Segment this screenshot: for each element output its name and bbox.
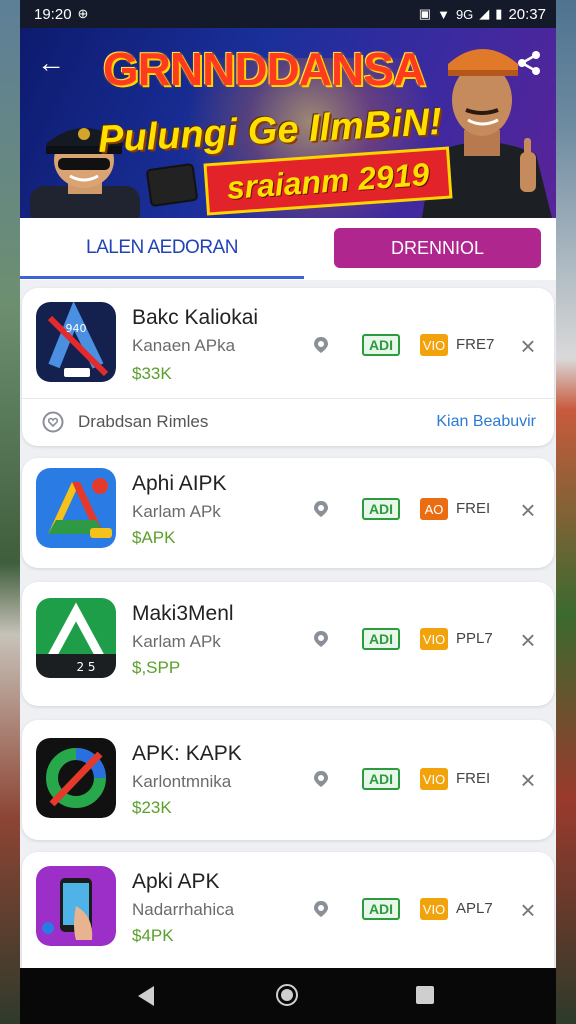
nav-home-icon[interactable]: [276, 984, 298, 1006]
svg-text:940: 940: [66, 322, 87, 335]
location-pin-icon[interactable]: [312, 336, 330, 354]
handheld-device-image: [145, 162, 199, 208]
app-name: Maki3Menl: [132, 602, 234, 625]
free-label: FREI: [456, 770, 491, 787]
app-subtitle: Kanaen APka: [132, 336, 236, 355]
banner-ribbon-text: sraianm 2919: [225, 155, 431, 206]
close-icon[interactable]: ×: [516, 627, 540, 653]
apd-badge: ADI: [362, 898, 400, 920]
location-pin-icon[interactable]: [312, 900, 330, 918]
tab-latest[interactable]: LALEN AEDORAN: [20, 218, 304, 278]
app-subtitle: Karlam APk: [132, 502, 221, 521]
app-card[interactable]: 2 5 Maki3Menl Karlam APk $,SPP ADI VIO P…: [22, 582, 554, 706]
app-price: $4PK: [132, 926, 174, 945]
nav-recents-icon[interactable]: [416, 986, 434, 1004]
notification-icon: ▣: [418, 6, 432, 21]
system-nav-bar: [20, 968, 556, 1024]
app-price: $23K: [132, 798, 172, 817]
close-icon[interactable]: ×: [516, 497, 540, 523]
app-card[interactable]: 940 Bakc Kaliokai Kanaen APka $33K ADI V…: [22, 288, 554, 446]
background-right-scenery: [554, 0, 576, 1024]
app-price: $33K: [132, 364, 172, 383]
free-label: FRE7: [456, 336, 495, 353]
location-pin-icon[interactable]: [312, 770, 330, 788]
app-name: Apki APK: [132, 870, 220, 893]
footer-link[interactable]: Kian Beabuvir: [436, 413, 536, 431]
nav-back-icon[interactable]: [138, 986, 154, 1006]
tab-download[interactable]: DRENNIOL: [334, 228, 541, 268]
tab-bar: LALEN AEDORAN DRENNIOL: [20, 218, 556, 280]
sync-icon: ⊕: [77, 6, 89, 21]
free-label: FREI: [456, 500, 491, 517]
free-label: PPL7: [456, 630, 493, 647]
close-icon[interactable]: ×: [516, 897, 540, 923]
status-bar: 19:20 ⊕ ▣ ▼ 9G ◢ ▮ 20:37: [20, 0, 556, 28]
ring-app-icon: [36, 738, 116, 818]
wifi-icon: ▼: [437, 6, 450, 22]
phone-screen: 19:20 ⊕ ▣ ▼ 9G ◢ ▮ 20:37 ← GRNNDDANSA Pu…: [20, 0, 556, 1024]
app-subtitle: Nadarrhahica: [132, 900, 235, 919]
apd-badge: ADI: [362, 334, 400, 356]
heart-circle-icon[interactable]: [42, 411, 64, 433]
vo-badge: VIO: [420, 768, 448, 790]
status-time-right: 20:37: [508, 5, 546, 23]
app-price: $APK: [132, 528, 176, 547]
active-tab-indicator: [20, 276, 304, 279]
app-price: $,SPP: [132, 658, 181, 677]
apd-badge: ADI: [362, 628, 400, 650]
status-time: 19:20: [34, 5, 72, 23]
vo-badge: VIO: [420, 334, 448, 356]
app-name: Aphi AIPK: [132, 472, 227, 495]
app-card[interactable]: APK: KAPK Karlontmnika $23K ADI VIO FREI…: [22, 720, 554, 840]
footer-label: Drabdsan Rimles: [78, 412, 209, 431]
location-pin-icon[interactable]: [312, 500, 330, 518]
card-footer-row: Drabdsan Rimles Kian Beabuvir: [22, 398, 554, 445]
signal-icon: ◢: [479, 6, 490, 21]
svg-text:2 5: 2 5: [76, 660, 95, 674]
vo-badge: AO: [420, 498, 448, 520]
app-name: APK: KAPK: [132, 742, 242, 765]
apd-badge: ADI: [362, 498, 400, 520]
green-app-icon: 2 5: [36, 598, 116, 678]
share-icon[interactable]: [514, 48, 544, 78]
free-label: APL7: [456, 900, 493, 917]
apd-badge: ADI: [362, 768, 400, 790]
blue-app-icon: 940: [36, 302, 116, 382]
location-pin-icon[interactable]: [312, 630, 330, 648]
app-name: Bakc Kaliokai: [132, 306, 259, 329]
app-card[interactable]: Aphi AIPK Karlam APk $APK ADI AO FREI ×: [22, 458, 554, 568]
close-icon[interactable]: ×: [516, 767, 540, 793]
promo-banner[interactable]: ← GRNNDDANSA Pulungi Ge IlmBiN! sraianm …: [20, 28, 556, 218]
vo-badge: VIO: [420, 628, 448, 650]
banner-title: GRNNDDANSA: [102, 43, 426, 95]
purple-app-icon: [36, 866, 116, 946]
battery-icon: ▮: [495, 6, 503, 21]
network-label: 9G: [455, 6, 474, 22]
vo-badge: VIO: [420, 898, 448, 920]
close-icon[interactable]: ×: [516, 333, 540, 359]
background-left-scenery: [0, 0, 22, 1024]
app-subtitle: Karlontmnika: [132, 772, 232, 791]
drive-app-icon: [36, 468, 116, 548]
back-arrow-icon[interactable]: ←: [36, 48, 66, 78]
app-subtitle: Karlam APk: [132, 632, 221, 651]
app-card[interactable]: Apki APK Nadarrhahica $4PK ADI VIO APL7 …: [22, 852, 554, 982]
